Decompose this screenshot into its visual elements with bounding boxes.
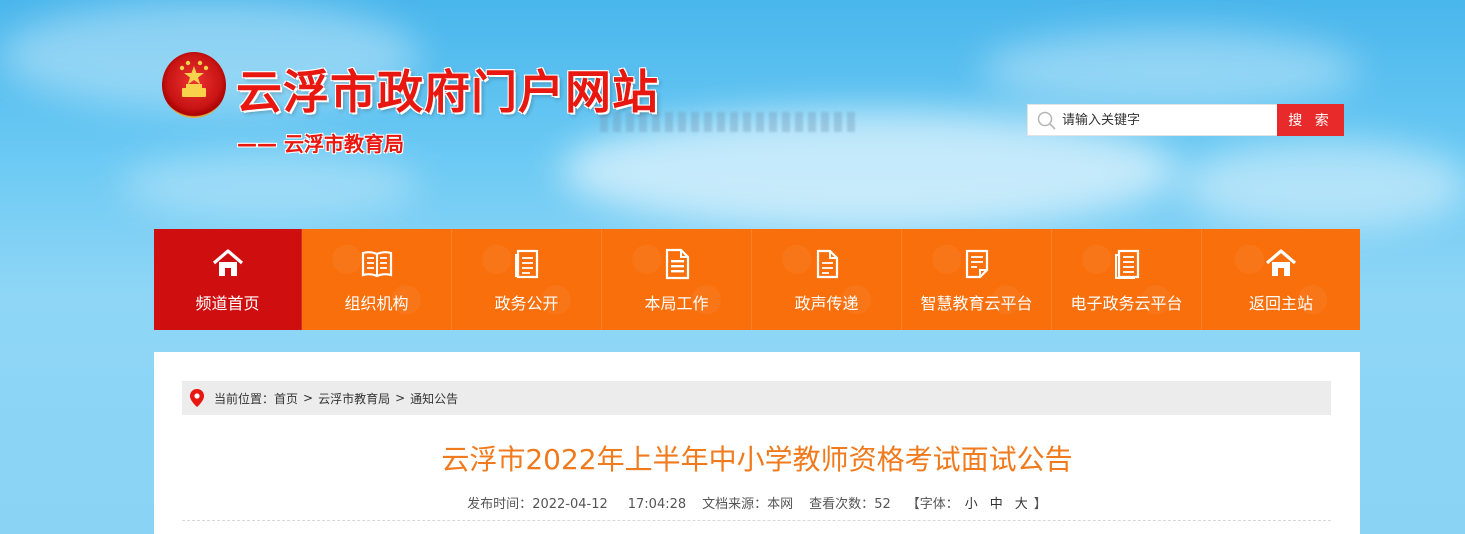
breadcrumb-prefix: 当前位置： — [214, 391, 275, 406]
search-icon — [1036, 110, 1058, 132]
source-info: 文档来源：本网 — [702, 497, 793, 512]
edit-document-icon — [960, 247, 994, 281]
home-icon — [1264, 247, 1298, 281]
search-button[interactable]: 搜 索 — [1277, 104, 1344, 136]
views-count: 52 — [874, 497, 891, 512]
notes-icon — [810, 247, 844, 281]
document-icon — [510, 247, 544, 281]
nav-label: 频道首页 — [195, 294, 260, 313]
breadcrumb-separator: > — [303, 391, 314, 405]
breadcrumb-separator: > — [395, 391, 406, 405]
breadcrumb-link-notices[interactable]: 通知公告 — [410, 390, 458, 407]
font-size-controls: 【字体： 小中大】 — [907, 497, 1047, 512]
file-list-icon — [660, 247, 694, 281]
nav-label: 电子政务云平台 — [1070, 294, 1183, 313]
publish-info: 发布时间：2022-04-12 17:04:28 — [467, 497, 686, 512]
source-value: 本网 — [767, 497, 794, 512]
main-navigation: 频道首页 组织机构 政务公开 本局工作 政声传递 智慧教育云平台 电子政务云平台… — [154, 229, 1360, 330]
views-info: 查看次数：52 — [809, 497, 891, 512]
breadcrumb-link-home[interactable]: 首页 — [274, 390, 298, 407]
breadcrumb-link-education-bureau[interactable]: 云浮市教育局 — [318, 390, 390, 407]
cloud-decoration — [1180, 140, 1465, 230]
national-emblem-logo — [162, 52, 226, 118]
nav-item-e-government-cloud[interactable]: 电子政务云平台 — [1052, 229, 1202, 330]
department-subtitle: —— 云浮市教育局 — [237, 132, 404, 156]
font-size-label: 【字体： — [906, 497, 959, 512]
pages-icon — [1110, 247, 1144, 281]
nav-item-organization[interactable]: 组织机构 — [302, 229, 452, 330]
nav-item-smart-education-cloud[interactable]: 智慧教育云平台 — [902, 229, 1052, 330]
search-box — [1027, 104, 1278, 136]
publish-time: 17:04:28 — [627, 497, 687, 512]
nav-item-policy-communication[interactable]: 政声传递 — [752, 229, 902, 330]
publish-label: 发布时间： — [467, 497, 533, 512]
nav-label: 组织机构 — [344, 294, 409, 313]
source-label: 文档来源： — [702, 497, 768, 512]
home-icon — [211, 247, 245, 281]
breadcrumb: 当前位置： 首页 > 云浮市教育局 > 通知公告 — [182, 381, 1331, 415]
book-icon — [360, 247, 394, 281]
nav-item-return-main-site[interactable]: 返回主站 — [1202, 229, 1360, 330]
font-size-large-button[interactable]: 大 — [1015, 497, 1028, 512]
font-size-small-button[interactable]: 小 — [965, 497, 978, 512]
nav-item-government-affairs[interactable]: 政务公开 — [452, 229, 602, 330]
nav-label: 政声传递 — [794, 294, 859, 313]
nav-label: 政务公开 — [494, 294, 559, 313]
site-title: 云浮市政府门户网站 — [236, 65, 659, 119]
search-input[interactable] — [1062, 105, 1274, 135]
article-title: 云浮市2022年上半年中小学教师资格考试面试公告 — [441, 443, 1073, 476]
nav-item-channel-home[interactable]: 频道首页 — [154, 229, 302, 330]
nav-label: 本局工作 — [644, 294, 709, 313]
cloud-decoration — [120, 150, 420, 220]
publish-date: 2022-04-12 — [532, 497, 608, 512]
article-meta: 发布时间：2022-04-12 17:04:28 文档来源：本网 查看次数：52 【字体… — [154, 493, 1360, 512]
views-label: 查看次数： — [809, 497, 875, 512]
nav-label: 返回主站 — [1248, 294, 1313, 313]
font-size-medium-button[interactable]: 中 — [990, 497, 1003, 512]
content-panel: 当前位置： 首页 > 云浮市教育局 > 通知公告 云浮市2022年上半年中小学教… — [154, 352, 1360, 534]
cloud-decoration — [980, 30, 1360, 110]
nav-item-bureau-work[interactable]: 本局工作 — [602, 229, 752, 330]
font-size-close: 】 — [1033, 497, 1047, 512]
location-pin-icon — [190, 389, 204, 407]
nav-label: 智慧教育云平台 — [920, 294, 1033, 313]
dashed-divider — [182, 520, 1331, 521]
